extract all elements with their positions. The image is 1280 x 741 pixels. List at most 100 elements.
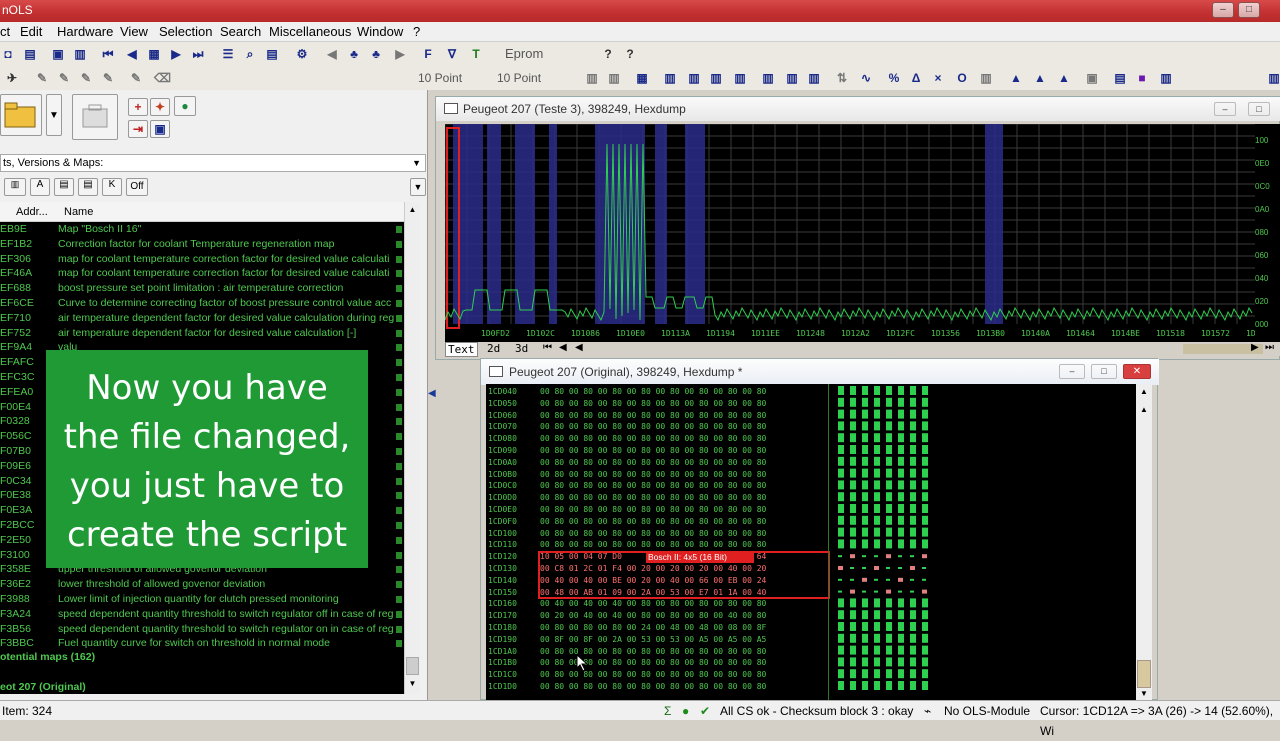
chart-maximize-button[interactable]: □ <box>1248 102 1270 116</box>
tool-z-icon[interactable]: ✎ <box>78 70 94 86</box>
last-icon[interactable]: ⏭ <box>190 46 206 62</box>
float-icon[interactable]: ▥ <box>732 70 748 86</box>
list-item[interactable]: EF306 map for coolant temperature correct… <box>0 252 404 267</box>
hex-row[interactable]: 1CD0A0 00 80 00 80 00 80 00 80 00 80 00 8… <box>488 457 766 469</box>
hex-row[interactable]: 1CD180 00 80 00 80 00 80 00 24 00 48 00 4… <box>488 622 766 634</box>
hex-row[interactable]: 1CD110 00 80 00 80 00 80 00 80 00 80 00 8… <box>488 539 766 551</box>
chart-plot-area[interactable]: 1D0FD2 1D102C 1D1086 1D10E0 1D113A 1D1194 1D11… <box>444 123 1261 342</box>
filter-d-button[interactable]: K <box>102 178 122 196</box>
scroll-down-icon[interactable]: ▼ <box>1136 688 1152 700</box>
hex-row[interactable]: 1CD090 00 80 00 80 00 80 00 80 00 80 00 8… <box>488 445 766 457</box>
list-view-icon[interactable]: ☰ <box>220 46 236 62</box>
hex-row[interactable]: 1CD070 00 80 00 80 00 80 00 80 00 80 00 8… <box>488 421 766 433</box>
menu-item-project[interactable]: ct <box>0 24 10 39</box>
tab-3d[interactable]: 3d <box>515 342 528 355</box>
window-icon[interactable]: ▣ <box>50 46 66 62</box>
copy-icon[interactable]: ▣ <box>1084 70 1100 86</box>
chart-window-titlebar[interactable]: Peugeot 207 (Teste 3), 398249, Hexdump –… <box>436 97 1280 121</box>
print-icon[interactable]: ▤ <box>22 46 38 62</box>
layout3-icon[interactable]: ▥ <box>1158 70 1174 86</box>
prev-icon[interactable]: ◀ <box>124 46 140 62</box>
bits-16-icon[interactable]: ▥ <box>686 70 702 86</box>
tool-w-icon[interactable]: ✎ <box>100 70 116 86</box>
filter-c-button[interactable]: ▤ <box>78 178 98 196</box>
list-item[interactable]: EF46A map for coolant temperature correct… <box>0 266 404 281</box>
tool-b-icon[interactable]: ♣ <box>368 46 384 62</box>
menu-item-window[interactable]: Window <box>357 24 403 39</box>
wave-icon[interactable]: ∿ <box>858 70 874 86</box>
tool-x-icon[interactable]: ✎ <box>34 70 50 86</box>
hex-icon[interactable]: ▥ <box>784 70 800 86</box>
grid-view-icon[interactable]: ▦ <box>634 70 650 86</box>
hex-row[interactable]: 1CD100 00 80 00 80 00 80 00 80 00 80 00 8… <box>488 528 766 540</box>
settings-icon[interactable]: ⚙ <box>294 46 310 62</box>
open-project-button[interactable] <box>0 94 42 136</box>
maximize-button[interactable]: □ <box>1238 2 1260 18</box>
chart2-icon[interactable]: ▲ <box>1032 70 1048 86</box>
list-item[interactable]: F3B56 speed dependent quantity threshold … <box>0 622 404 637</box>
hex-scrollbar[interactable]: ▲ ▲ ▼ <box>1136 384 1152 700</box>
hex-row[interactable]: 1CD190 00 8F 00 8F 00 2A 00 53 00 53 00 A… <box>488 634 766 646</box>
hex-row[interactable]: 1CD080 00 80 00 80 00 80 00 80 00 80 00 8… <box>488 433 766 445</box>
filter-b-button[interactable]: ▤ <box>54 178 74 196</box>
menu-item-view[interactable]: View <box>120 24 148 39</box>
hex-row[interactable]: 1CD0F0 00 80 00 80 00 80 00 80 00 80 00 8… <box>488 516 766 528</box>
list-item[interactable]: EF6CE Curve to determine correcting facto… <box>0 296 404 311</box>
chart-icon[interactable]: ▲ <box>1008 70 1024 86</box>
hex-maximize-button[interactable]: □ <box>1091 364 1117 379</box>
hex-row[interactable]: 1CD1A0 00 80 00 80 00 80 00 80 00 80 00 8… <box>488 646 766 658</box>
group-potential-maps[interactable]: otential maps (162) <box>0 650 404 665</box>
menu-item-hardware[interactable]: Hardware <box>57 24 113 39</box>
scroll-prev-icon[interactable]: ◀ <box>559 342 567 353</box>
font-size-select-2[interactable]: 10 Point <box>497 69 541 87</box>
x1-icon[interactable]: × <box>930 70 946 86</box>
import-button[interactable]: ⇥ <box>128 120 148 138</box>
tool-y-icon[interactable]: ✎ <box>56 70 72 86</box>
diff-icon[interactable]: ▥ <box>978 70 994 86</box>
tool-icon[interactable]: ✈ <box>4 70 20 86</box>
scroll-down-icon[interactable]: ▼ <box>405 676 420 691</box>
dec-icon[interactable]: ▥ <box>760 70 776 86</box>
font-size-select-1[interactable]: 10 Point <box>418 69 462 87</box>
v-button-icon[interactable]: ∇ <box>444 46 460 62</box>
hex-row[interactable]: 1CD050 00 80 00 80 00 80 00 80 00 80 00 8… <box>488 398 766 410</box>
forward-icon[interactable]: ▶ <box>392 46 408 62</box>
list-item[interactable]: F3A24 speed dependent quantity threshold … <box>0 607 404 622</box>
hex-scroll-thumb[interactable] <box>1137 660 1151 688</box>
scroll-thumb[interactable] <box>406 657 419 675</box>
layout2-icon[interactable]: ■ <box>1134 70 1150 86</box>
list-item[interactable]: EF710 air temperature dependent factor fo… <box>0 311 404 326</box>
project-tool-button[interactable] <box>72 94 118 140</box>
open-dropdown-button[interactable]: ▼ <box>46 94 62 136</box>
scroll-up-icon[interactable]: ▲ <box>1136 384 1152 400</box>
minimize-button[interactable]: – <box>1212 2 1234 18</box>
list-item[interactable]: EF1B2 Correction factor for coolant Tempe… <box>0 237 404 252</box>
list-item[interactable]: EF752 air temperature dependent factor fo… <box>0 326 404 341</box>
list-item[interactable]: F3988 Lower limit of injection quantity f… <box>0 592 404 607</box>
hexdump-area[interactable]: 1CD1D0 00 80 00 80 00 80 00 80 00 80 00 8… <box>486 384 1136 700</box>
menu-item-search[interactable]: Search <box>220 24 261 39</box>
find-icon[interactable]: ⌕ <box>242 46 258 62</box>
chart3-icon[interactable]: ▲ <box>1056 70 1072 86</box>
compare-icon[interactable]: ▥ <box>72 46 88 62</box>
export-icon[interactable]: ▤ <box>264 46 280 62</box>
list-item[interactable]: F36E2 lower threshold of allowed govenor … <box>0 577 404 592</box>
hex-close-button[interactable]: ✕ <box>1123 364 1151 379</box>
hex-row[interactable]: 1CD0D0 00 80 00 80 00 80 00 80 00 80 00 8… <box>488 492 766 504</box>
back-icon[interactable]: ◀ <box>324 46 340 62</box>
scroll-right-icon[interactable]: ▶ <box>1251 342 1259 353</box>
f-button-icon[interactable]: F <box>420 46 436 62</box>
tab-2d[interactable]: 2d <box>487 342 500 355</box>
column-header-name[interactable]: Name <box>64 202 93 222</box>
versions-maps-select[interactable]: ts, Versions & Maps: ▼ <box>0 154 426 172</box>
wizard-button[interactable]: ✦ <box>150 98 170 116</box>
t-button-icon[interactable]: T <box>468 46 484 62</box>
group-original[interactable]: eot 207 (Original) <box>0 680 404 694</box>
hex-row[interactable]: 1CD0E0 00 80 00 80 00 80 00 80 00 80 00 8… <box>488 504 766 516</box>
hex-minimize-button[interactable]: – <box>1059 364 1085 379</box>
chart-minimize-button[interactable]: – <box>1214 102 1236 116</box>
screen-button[interactable]: ▣ <box>150 120 170 138</box>
menu-item-edit[interactable]: Edit <box>20 24 42 39</box>
menu-item-help[interactable]: ? <box>413 24 420 39</box>
list-item[interactable]: EB9E Map "Bosch II 16" <box>0 222 404 237</box>
